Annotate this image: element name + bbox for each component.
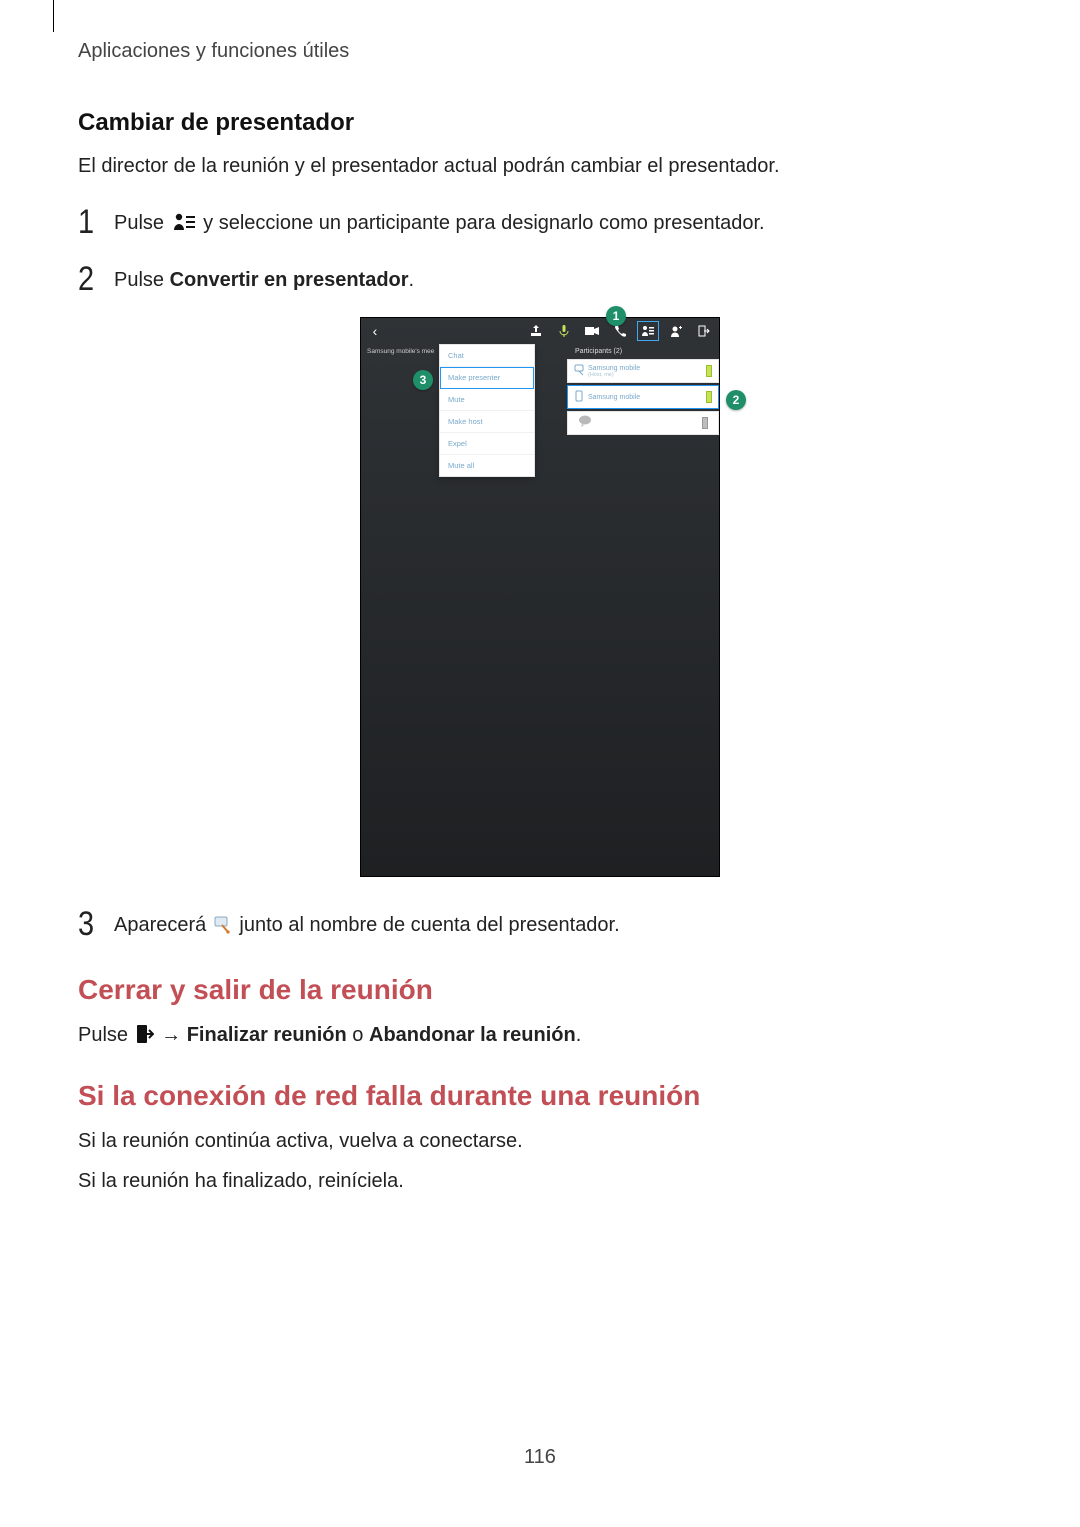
step3-text-a: Aparecerá [114, 914, 212, 936]
ctx-chat: Chat [440, 345, 534, 367]
back-icon: ‹ [361, 323, 385, 339]
steps-list: 1 Pulse y seleccione un participante par… [78, 203, 1002, 299]
intro-paragraph: El director de la reunión y el presentad… [78, 151, 1002, 181]
mic-icon [555, 323, 573, 339]
participant-sub: (Host, me) [588, 372, 706, 378]
step3-text-b: junto al nombre de cuenta del presentado… [239, 914, 619, 936]
presenter-marker-icon [574, 364, 588, 378]
exit-icon [695, 323, 713, 339]
share-icon [527, 323, 545, 339]
p2-end: . [576, 1024, 582, 1046]
callout-badge-2: 2 [726, 390, 746, 410]
chat-bar [567, 411, 719, 435]
page-number: 116 [0, 1446, 1080, 1469]
step-2: 2 Pulse Convertir en presentador. [78, 260, 1002, 299]
participants-panel: Participants (2) Samsung mobile (Host, m… [567, 344, 719, 435]
phone-icon [611, 323, 629, 339]
step-text: Pulse y seleccione un participante para … [114, 208, 765, 238]
step-number: 1 [78, 203, 109, 242]
step-number: 2 [78, 260, 109, 299]
screenshot-topbar: ‹ [361, 318, 719, 344]
audio-level-icon [706, 391, 712, 403]
ctx-make-host: Make host [440, 411, 534, 433]
p2-bold2: Abandonar la reunión [369, 1024, 576, 1046]
p2-bold1: Finalizar reunión [187, 1024, 347, 1046]
step1-text-a: Pulse [114, 212, 170, 234]
step-1: 1 Pulse y seleccione un participante par… [78, 203, 1002, 242]
participants-icon [639, 323, 657, 339]
audio-level-icon [702, 417, 708, 429]
device-screenshot: 1 2 3 ‹ Samsung mobile's mee Chat [360, 317, 720, 877]
step2-text-c: . [409, 269, 415, 291]
p2-a: Pulse [78, 1024, 134, 1046]
exit-meeting-icon [136, 1024, 154, 1044]
participant-row-2: Samsung mobile [567, 385, 719, 409]
presenter-marker-icon [214, 916, 232, 934]
step-text: Pulse Convertir en presentador. [114, 265, 414, 295]
running-head: Aplicaciones y funciones útiles [78, 40, 1002, 63]
ctx-mute: Mute [440, 389, 534, 411]
callout-badge-3: 3 [413, 370, 433, 390]
audio-level-icon [706, 365, 712, 377]
step-number: 3 [78, 905, 109, 944]
participant-name: Samsung mobile [588, 365, 706, 372]
ctx-expel: Expel [440, 433, 534, 455]
participants-title: Participants (2) [567, 344, 719, 359]
left-margin-rule [53, 0, 54, 32]
step-text: Aparecerá junto al nombre de cuenta del … [114, 910, 620, 940]
network-p2: Si la reunión ha finalizado, reiníciela. [78, 1166, 1002, 1196]
participants-list-icon [172, 212, 196, 232]
page-content: Aplicaciones y funciones útiles Cambiar … [0, 0, 1080, 1196]
participant-row-1: Samsung mobile (Host, me) [567, 359, 719, 383]
context-menu: Chat Make presenter Mute Make host Expel… [439, 344, 535, 477]
video-icon [583, 323, 601, 339]
step2-text-a: Pulse [114, 269, 170, 291]
step1-text-b: y seleccione un participante para design… [203, 212, 764, 234]
steps-list-continued: 3 Aparecerá junto al nombre de cuenta de… [78, 905, 1002, 944]
section-title-close-meeting: Cerrar y salir de la reunión [78, 974, 1002, 1006]
device-icon [574, 390, 588, 404]
ctx-mute-all: Mute all [440, 455, 534, 476]
participant-name: Samsung mobile [588, 394, 706, 401]
section-title-change-presenter: Cambiar de presentador [78, 109, 1002, 137]
p2-mid: o [347, 1024, 369, 1046]
add-user-icon [667, 323, 685, 339]
step-3: 3 Aparecerá junto al nombre de cuenta de… [78, 905, 1002, 944]
section-title-network-fail: Si la conexión de red falla durante una … [78, 1080, 1002, 1112]
close-meeting-paragraph: Pulse → Finalizar reunión o Abandonar la… [78, 1020, 1002, 1050]
p2-arrow: → [161, 1024, 187, 1046]
ctx-make-presenter: Make presenter [440, 367, 534, 389]
chat-bubble-icon [578, 414, 592, 432]
step2-bold: Convertir en presentador [170, 269, 409, 291]
screenshot-container: 1 2 3 ‹ Samsung mobile's mee Chat [78, 317, 1002, 877]
network-p1: Si la reunión continúa activa, vuelva a … [78, 1126, 1002, 1156]
meeting-name-label: Samsung mobile's mee [367, 348, 434, 355]
